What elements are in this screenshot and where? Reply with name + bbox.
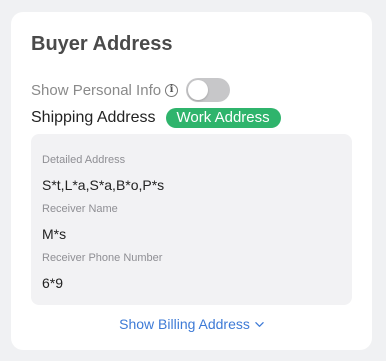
receiver-phone-value: 6*9 bbox=[42, 275, 64, 291]
receiver-name-value: M*s bbox=[42, 226, 67, 242]
address-type-badge: Work Address bbox=[165, 108, 281, 128]
info-icon[interactable]: i bbox=[165, 83, 179, 97]
card-title: Buyer Address bbox=[31, 33, 173, 55]
address-details-box: Detailed Address S*t,L*a,S*a,B*o,P*s Rec… bbox=[31, 134, 352, 305]
show-billing-address-label: Show Billing Address bbox=[119, 316, 250, 332]
show-personal-info-label: Show Personal Info bbox=[31, 81, 162, 99]
shipping-row: Shipping Address Work Address bbox=[31, 106, 281, 130]
personal-info-toggle[interactable] bbox=[186, 78, 231, 102]
receiver-phone-label: Receiver Phone Number bbox=[42, 252, 163, 264]
receiver-name-label: Receiver Name bbox=[42, 203, 118, 215]
show-billing-address-link[interactable]: Show Billing Address bbox=[11, 316, 372, 332]
detailed-address-value: S*t,L*a,S*a,B*o,P*s bbox=[42, 177, 165, 193]
shipping-address-label: Shipping Address bbox=[31, 109, 156, 126]
chevron-down-icon bbox=[255, 321, 264, 327]
toggle-knob bbox=[188, 80, 209, 100]
personal-info-row: Show Personal Info i bbox=[31, 78, 231, 102]
buyer-address-card: Buyer Address Show Personal Info i Shipp… bbox=[11, 12, 372, 350]
detailed-address-label: Detailed Address bbox=[42, 154, 126, 166]
